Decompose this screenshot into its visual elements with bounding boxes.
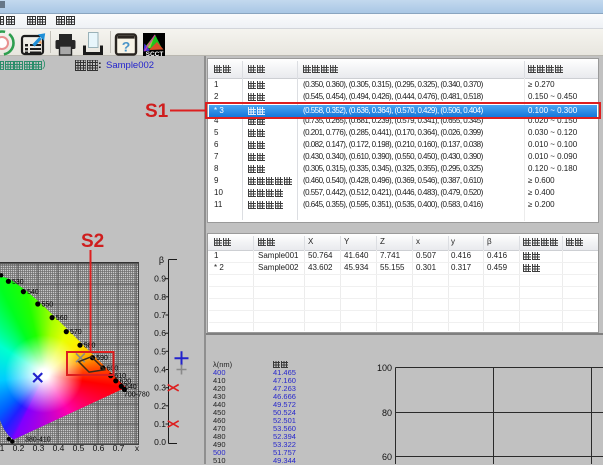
svg-text:SCCT: SCCT (146, 51, 164, 58)
svg-text:?: ? (122, 39, 131, 55)
